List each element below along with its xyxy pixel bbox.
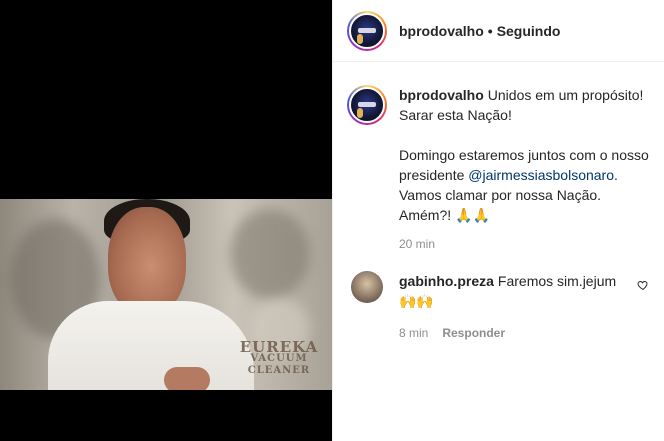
comment-timestamp[interactable]: 8 min xyxy=(399,323,428,343)
person-hand xyxy=(164,367,210,390)
reply-button[interactable]: Responder xyxy=(442,323,505,343)
video-frame[interactable]: EUREKA VACUUM CLEANER xyxy=(0,199,332,390)
caption-gap xyxy=(399,125,649,145)
caption-timestamp[interactable]: 20 min xyxy=(399,237,651,251)
caption-author-avatar[interactable] xyxy=(347,85,387,125)
wall-sign-line1: EUREKA xyxy=(239,338,319,356)
comment-item: gabinho.preza Faremos sim.jejum 🙌🙌 8 min … xyxy=(347,271,651,343)
author-avatar-image xyxy=(349,12,385,49)
wall-sign-line3: CLEANER xyxy=(247,365,311,376)
wall-texture xyxy=(230,209,310,299)
post-header: bprodovalho • Seguindo xyxy=(333,0,664,62)
caption-username[interactable]: bprodovalho xyxy=(399,87,484,103)
follow-status-button[interactable]: Seguindo xyxy=(497,23,561,39)
comments-section: bprodovalho Unidos em um propósito! Sarar… xyxy=(333,63,664,441)
author-avatar[interactable] xyxy=(347,10,387,51)
comment-meta: 8 min Responder xyxy=(399,323,617,343)
like-heart-icon[interactable] xyxy=(637,279,649,291)
commenter-username[interactable]: gabinho.preza xyxy=(399,273,494,289)
caption: bprodovalho Unidos em um propósito! Sarar… xyxy=(347,63,651,225)
comment-body: gabinho.preza Faremos sim.jejum 🙌🙌 8 min … xyxy=(399,271,617,343)
header-separator: • xyxy=(487,22,493,39)
caption-author-avatar-image xyxy=(349,87,385,123)
caption-text: bprodovalho Unidos em um propósito! Sarar… xyxy=(399,85,649,225)
header-username[interactable]: bprodovalho xyxy=(399,23,484,39)
person-shirt xyxy=(48,301,254,390)
media-panel[interactable]: EUREKA VACUUM CLEANER xyxy=(0,0,332,441)
post-viewer: EUREKA VACUUM CLEANER bprodovalho • Seguin… xyxy=(0,0,664,441)
wall-sign: EUREKA VACUUM CLEANER xyxy=(234,338,324,387)
commenter-avatar[interactable] xyxy=(351,271,383,303)
post-side-panel: bprodovalho • Seguindo bprodovalho Unidos e… xyxy=(332,0,664,441)
person-head xyxy=(108,207,186,315)
header-text: bprodovalho • Seguindo xyxy=(399,23,560,39)
caption-mention-link[interactable]: @jairmessiasbolsonaro xyxy=(468,167,614,183)
